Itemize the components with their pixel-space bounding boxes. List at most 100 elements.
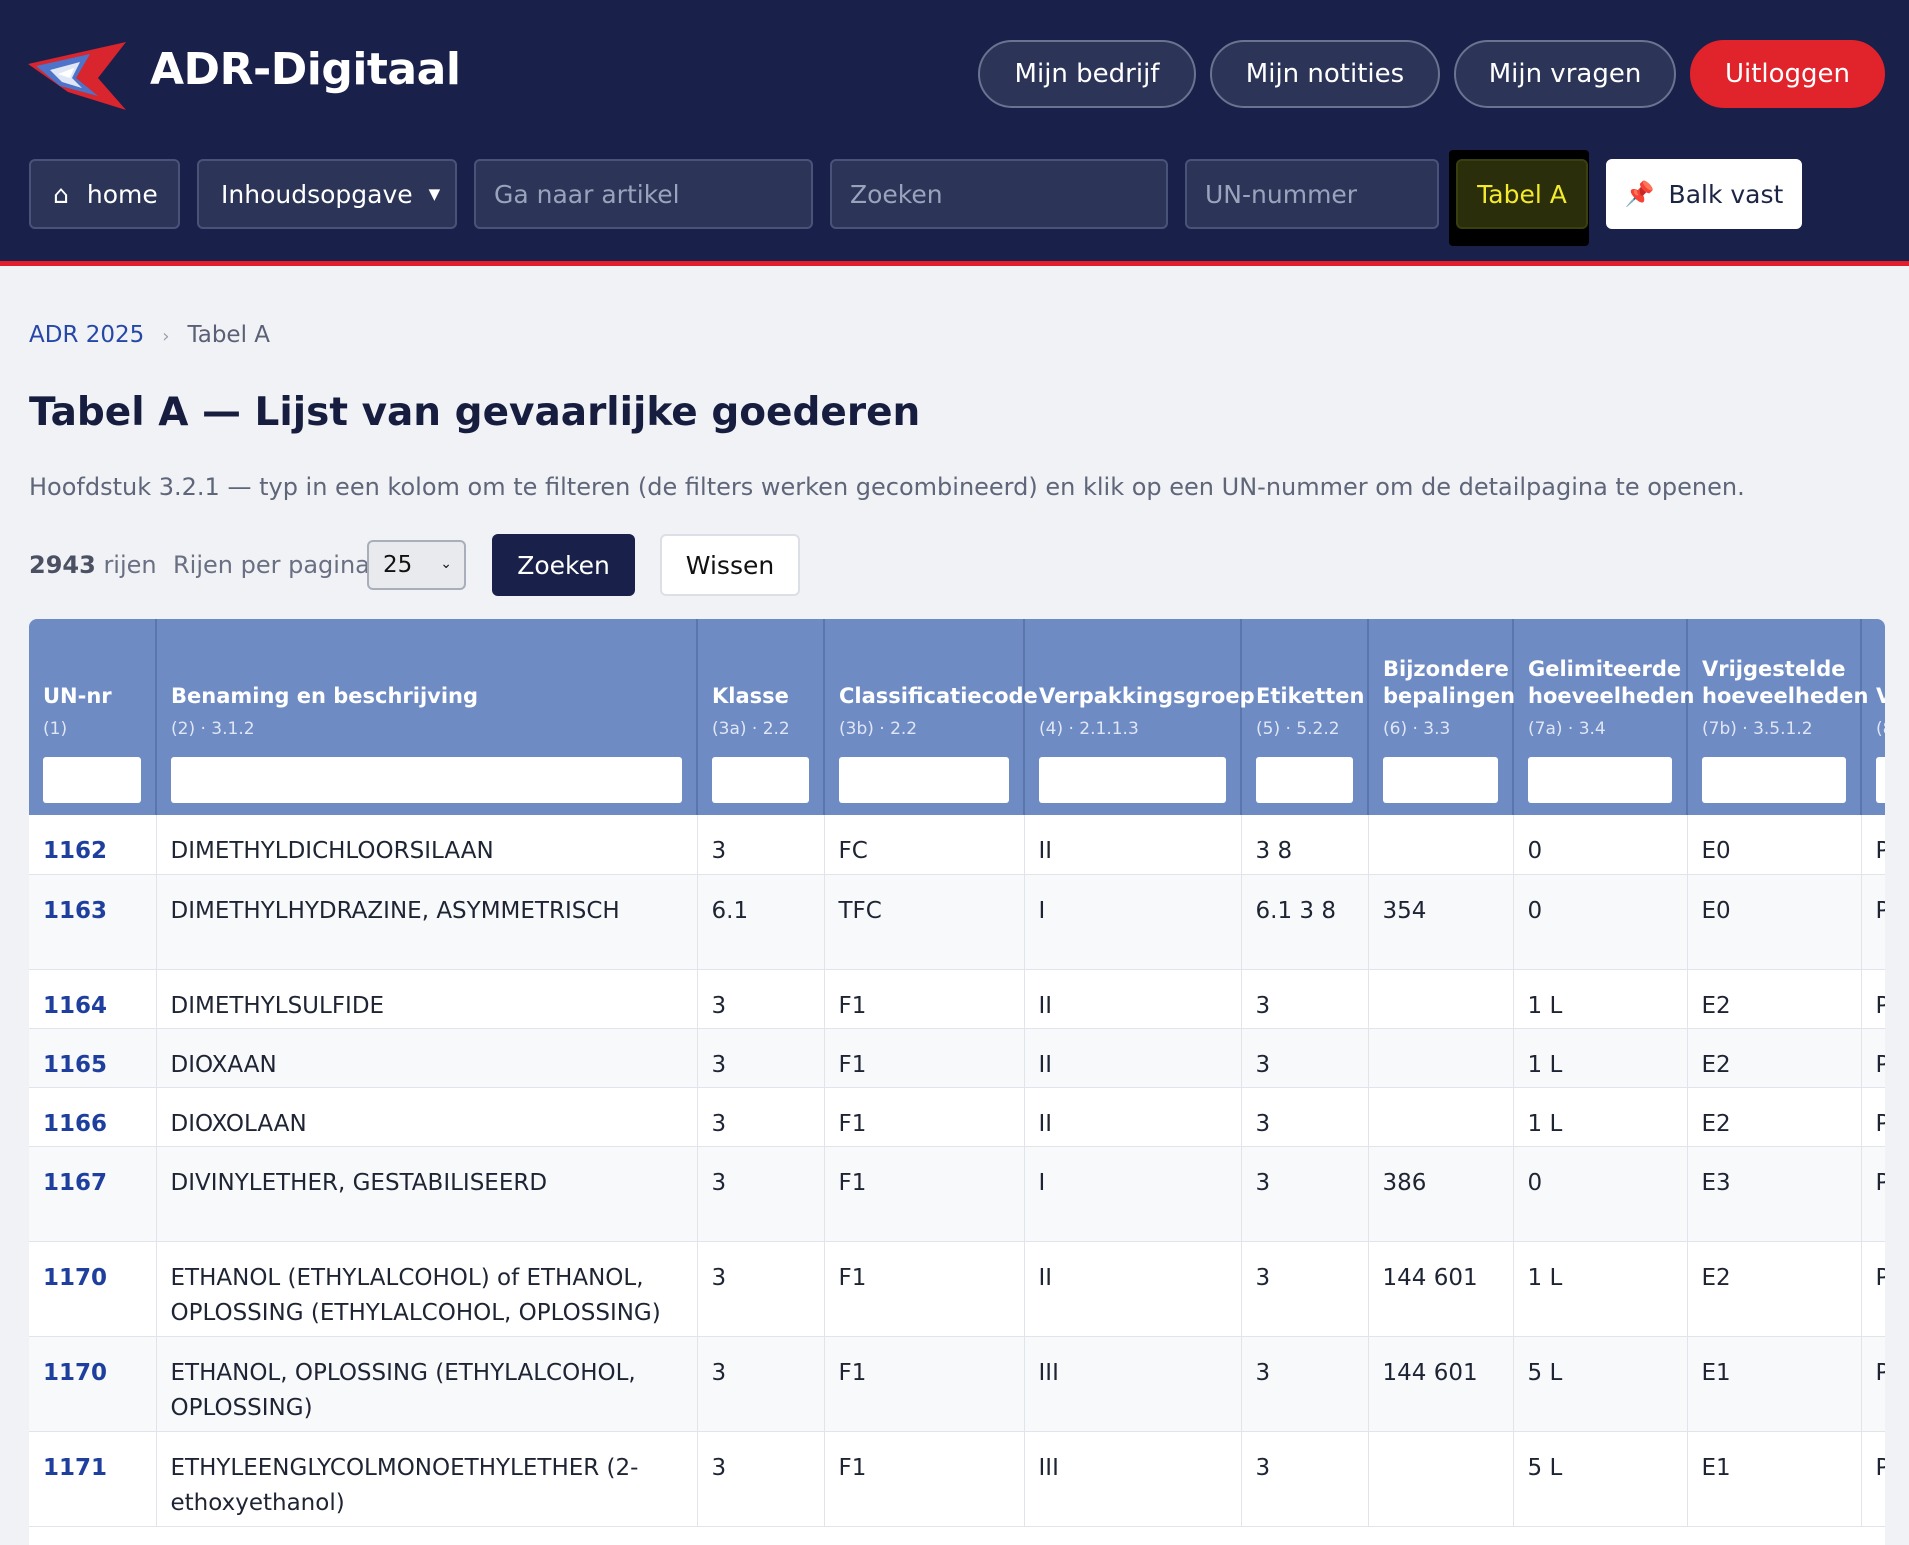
table-row[interactable]: 1165 DIOXAAN 3 F1 II 3 1 L E2 P xyxy=(29,1028,1885,1088)
table-row[interactable]: 1167 DIVINYLETHER, GESTABILISEERD 3 F1 I 3 386… xyxy=(29,1146,1885,1242)
cell-limited-quantity: 5 L xyxy=(1513,1336,1688,1432)
un-number-link[interactable]: 1164 xyxy=(29,969,157,1029)
table-row[interactable]: 1171 ETHYLEENGLYCOLMONOETHYLETHER (2-etho… xyxy=(29,1431,1885,1527)
column-filter-input[interactable] xyxy=(1256,757,1353,803)
my-company-button[interactable]: Mijn bedrijf xyxy=(978,40,1196,108)
un-number-link[interactable]: 1166 xyxy=(29,1087,157,1147)
contents-label: Inhoudsopgave xyxy=(221,179,413,209)
table-row[interactable]: 1163 DIMETHYLHYDRAZINE, ASYMMETRISCH 6.1 TF… xyxy=(29,874,1885,970)
column-header-label: V xyxy=(1876,684,1885,708)
cell-description: DIMETHYLSULFIDE xyxy=(156,969,698,1029)
column-header: Etiketten (5) · 5.2.2 xyxy=(1241,619,1369,815)
cell-packing-group: I xyxy=(1024,874,1242,970)
cell-excepted-quantity: E0 xyxy=(1687,815,1862,875)
cell-special-provisions xyxy=(1368,815,1514,875)
table-row[interactable]: 1164 DIMETHYLSULFIDE 3 F1 II 3 1 L E2 P xyxy=(29,969,1885,1029)
column-filter-input[interactable] xyxy=(1528,757,1672,803)
tabel-a-button[interactable]: Tabel A xyxy=(1456,159,1588,229)
table-body: 1162 DIMETHYLDICHLOORSILAAN 3 FC II 3 8 0 E0 P 11… xyxy=(29,815,1885,1527)
cell-special-provisions xyxy=(1368,1028,1514,1088)
goto-article-input[interactable]: Ga naar artikel xyxy=(474,159,813,229)
search-button[interactable]: Zoeken xyxy=(492,534,635,596)
pin-icon: 📌 xyxy=(1624,180,1655,208)
home-button[interactable]: ⌂ home xyxy=(29,159,180,229)
column-filter-input[interactable] xyxy=(712,757,809,803)
cell-next: P xyxy=(1861,1146,1885,1242)
column-filter-input[interactable] xyxy=(1702,757,1846,803)
rows-per-page-label: Rijen per pagina xyxy=(173,551,370,579)
cell-limited-quantity: 1 L xyxy=(1513,1087,1688,1147)
cell-excepted-quantity: E0 xyxy=(1687,874,1862,970)
cell-special-provisions: 144 601 xyxy=(1368,1241,1514,1337)
column-header: Classificatiecode (3b) · 2.2 xyxy=(824,619,1038,815)
column-filter-input[interactable] xyxy=(1876,757,1885,803)
table-row[interactable]: 1166 DIOXOLAAN 3 F1 II 3 1 L E2 P xyxy=(29,1087,1885,1147)
breadcrumb-root-link[interactable]: ADR 2025 xyxy=(29,322,144,348)
cell-classification-code: TFC xyxy=(824,874,1025,970)
column-filter-input[interactable] xyxy=(43,757,141,803)
cell-next: P xyxy=(1861,1431,1885,1527)
rows-per-page-select[interactable]: 25 ⌄ xyxy=(367,540,466,590)
un-number-link[interactable]: 1163 xyxy=(29,874,157,970)
table-row[interactable]: 1170 ETHANOL, OPLOSSING (ETHYLALCOHOL, OP… xyxy=(29,1336,1885,1432)
column-header-label: Etiketten xyxy=(1256,684,1365,708)
cell-packing-group: II xyxy=(1024,1241,1242,1337)
column-header-label: Benaming en beschrijving xyxy=(171,684,479,708)
brand-name[interactable]: ADR-Digitaal xyxy=(150,44,461,95)
cell-limited-quantity: 1 L xyxy=(1513,969,1688,1029)
column-header-label: Klasse xyxy=(712,684,789,708)
column-header-reference: (3b) · 2.2 xyxy=(839,719,918,739)
cell-classification-code: F1 xyxy=(824,1087,1025,1147)
cell-special-provisions: 354 xyxy=(1368,874,1514,970)
cell-next: P xyxy=(1861,815,1885,875)
dangerous-goods-table: UN-nr (1) Benaming en beschrijving (2) · 3.… xyxy=(29,619,1885,1527)
cell-special-provisions xyxy=(1368,969,1514,1029)
my-questions-button[interactable]: Mijn vragen xyxy=(1454,40,1676,108)
cell-class: 3 xyxy=(697,1087,825,1147)
un-number-link[interactable]: 1165 xyxy=(29,1028,157,1088)
cell-packing-group: I xyxy=(1024,1146,1242,1242)
un-number-input[interactable]: UN-nummer xyxy=(1185,159,1439,229)
column-filter-input[interactable] xyxy=(1039,757,1226,803)
cell-description: DIOXOLAAN xyxy=(156,1087,698,1147)
cell-class: 3 xyxy=(697,1028,825,1088)
cell-class: 3 xyxy=(697,1146,825,1242)
column-header: Vrijgestelde hoeveelheden (7b) · 3.5.1.2 xyxy=(1687,619,1868,815)
search-input[interactable]: Zoeken xyxy=(830,159,1168,229)
logo-icon[interactable] xyxy=(28,34,130,116)
my-notes-button[interactable]: Mijn notities xyxy=(1210,40,1440,108)
cell-classification-code: F1 xyxy=(824,1336,1025,1432)
column-header-label: Classificatiecode xyxy=(839,684,1038,708)
column-header-label: Bijzondere bepalingen xyxy=(1383,657,1516,708)
row-count-label: rijen xyxy=(103,551,157,579)
column-header-reference: (7a) · 3.4 xyxy=(1528,719,1606,739)
cell-classification-code: F1 xyxy=(824,1241,1025,1337)
cell-classification-code: F1 xyxy=(824,1028,1025,1088)
page-title: Tabel A — Lijst van gevaarlijke goederen xyxy=(29,390,921,435)
cell-description: ETHANOL, OPLOSSING (ETHYLALCOHOL, OPLOSS… xyxy=(156,1336,698,1432)
cell-special-provisions: 144 601 xyxy=(1368,1336,1514,1432)
column-filter-input[interactable] xyxy=(839,757,1009,803)
column-filter-input[interactable] xyxy=(1383,757,1498,803)
un-number-link[interactable]: 1171 xyxy=(29,1431,157,1527)
logout-button[interactable]: Uitloggen xyxy=(1690,40,1885,108)
home-label: home xyxy=(86,179,158,209)
cell-labels: 3 xyxy=(1241,969,1369,1029)
table-container[interactable]: UN-nr (1) Benaming en beschrijving (2) · 3.… xyxy=(29,619,1885,1545)
table-row[interactable]: 1170 ETHANOL (ETHYLALCOHOL) of ETHANOL, O… xyxy=(29,1241,1885,1337)
column-filter-input[interactable] xyxy=(171,757,682,803)
un-number-link[interactable]: 1167 xyxy=(29,1146,157,1242)
clear-button[interactable]: Wissen xyxy=(660,534,800,596)
contents-dropdown[interactable]: Inhoudsopgave ▼ xyxy=(197,159,457,229)
cell-next: P xyxy=(1861,1336,1885,1432)
cell-limited-quantity: 5 L xyxy=(1513,1431,1688,1527)
column-header-reference: (3a) · 2.2 xyxy=(712,719,790,739)
pin-bar-button[interactable]: 📌 Balk vast xyxy=(1606,159,1802,229)
un-number-link[interactable]: 1170 xyxy=(29,1241,157,1337)
column-header-reference: (2) · 3.1.2 xyxy=(171,719,255,739)
un-number-link[interactable]: 1170 xyxy=(29,1336,157,1432)
table-row[interactable]: 1162 DIMETHYLDICHLOORSILAAN 3 FC II 3 8 0 E0 P xyxy=(29,815,1885,875)
table-header-row: UN-nr (1) Benaming en beschrijving (2) · 3.… xyxy=(29,619,1885,815)
cell-labels: 3 xyxy=(1241,1336,1369,1432)
un-number-link[interactable]: 1162 xyxy=(29,815,157,875)
